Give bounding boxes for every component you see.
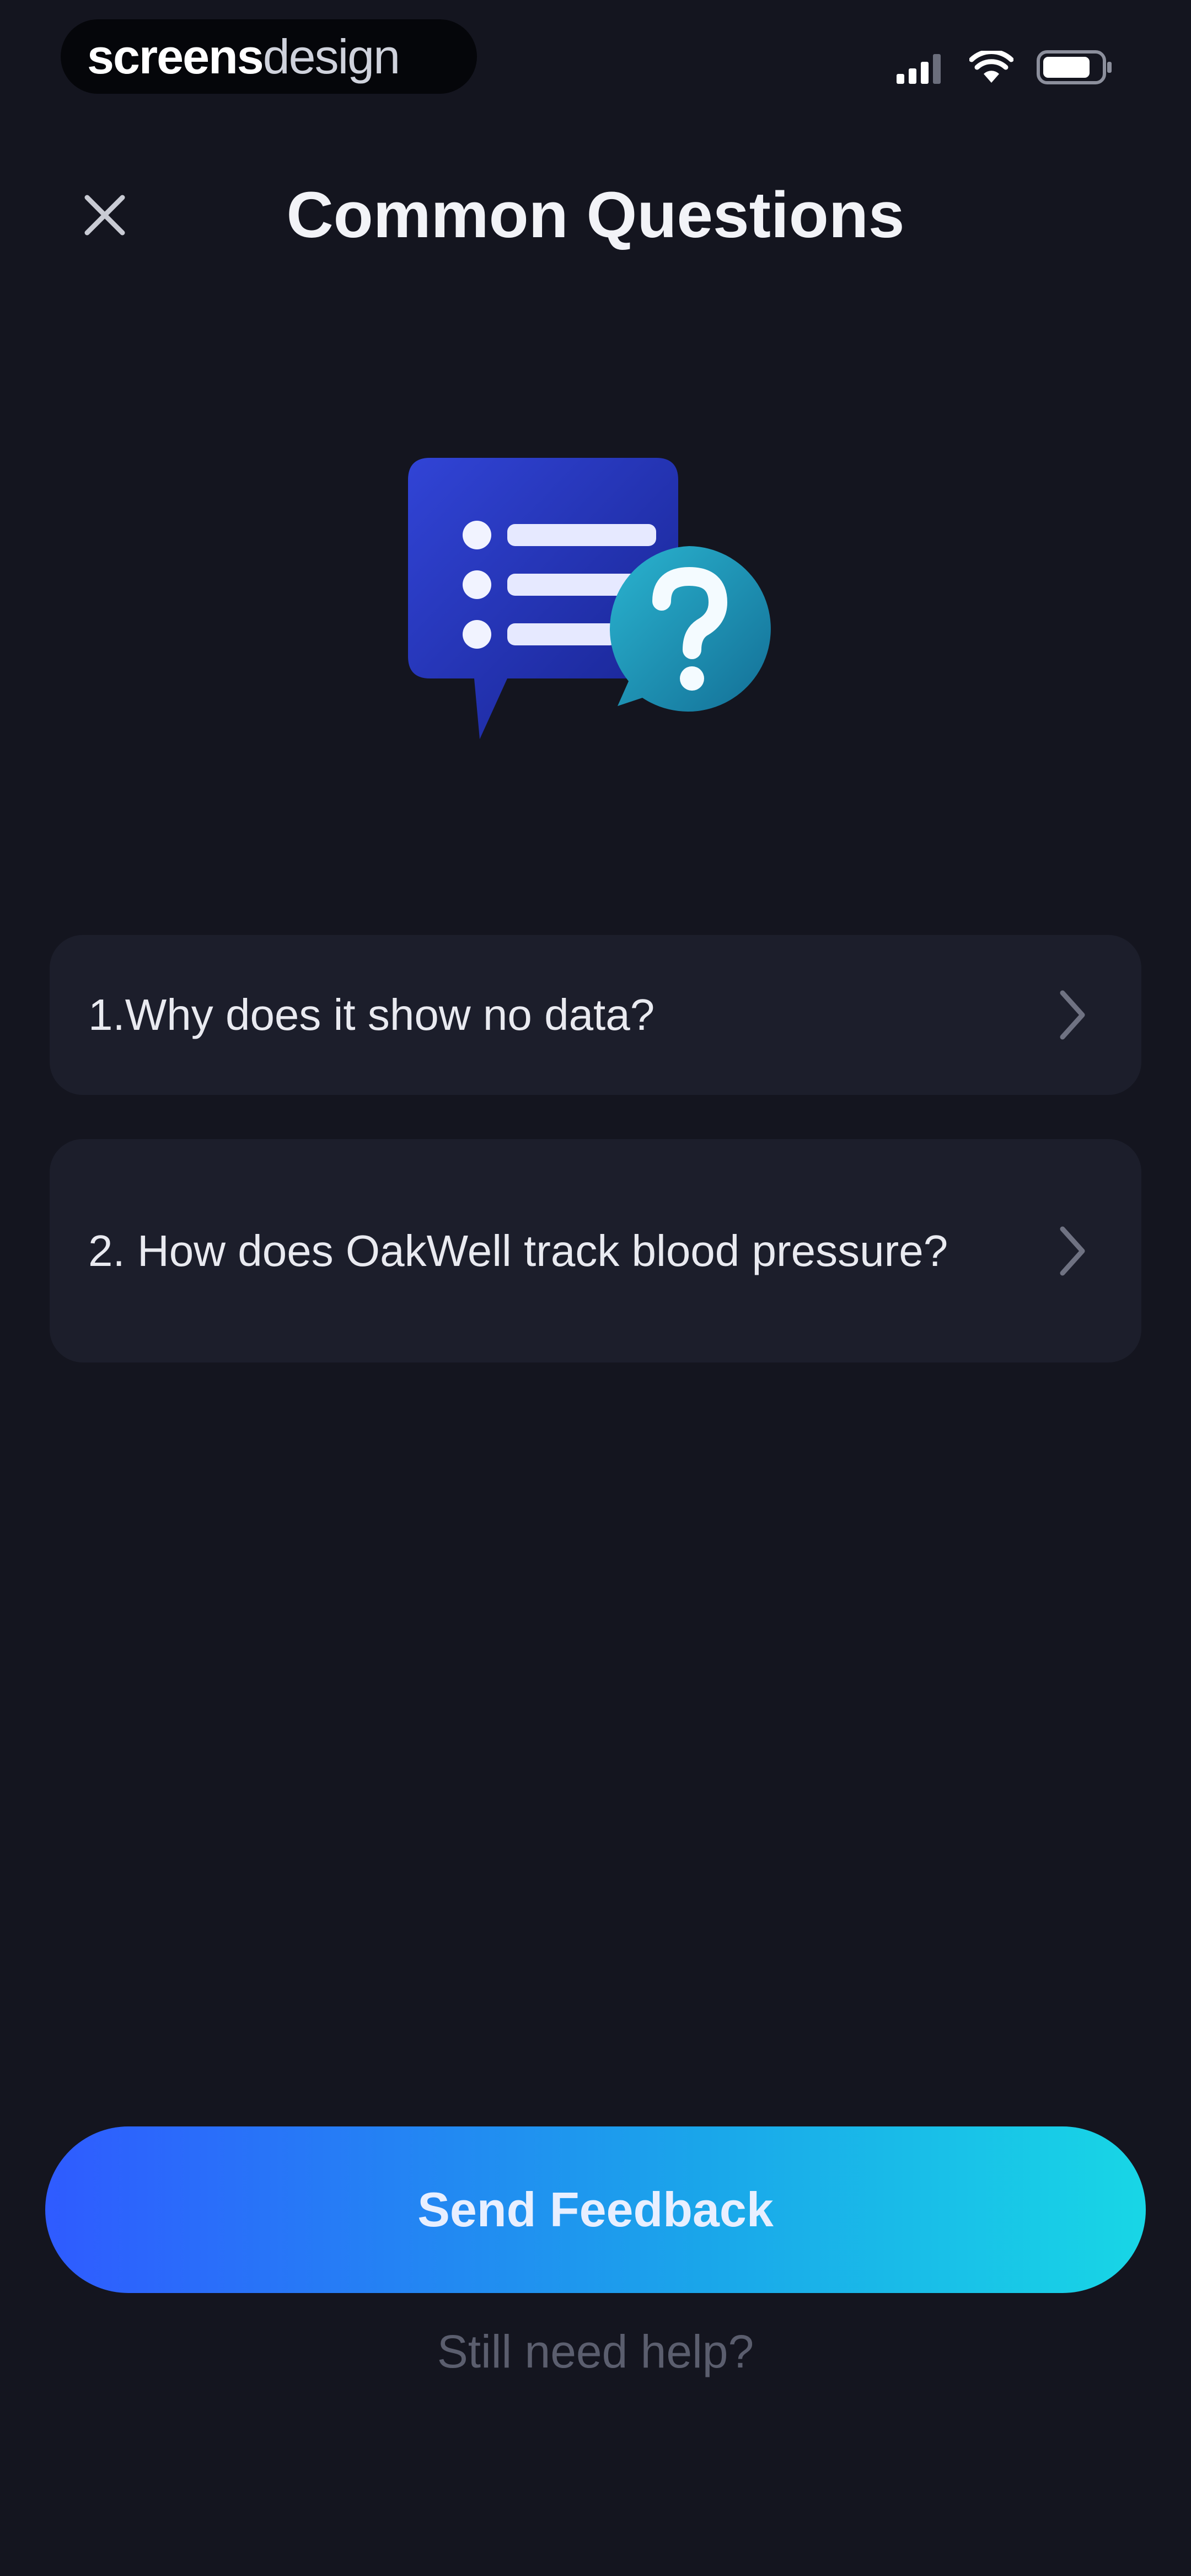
wifi-icon [969, 51, 1013, 83]
status-icons [897, 45, 1114, 89]
common-questions-screen: screens design Common Questions 1.Why do… [0, 0, 1191, 2576]
close-icon [84, 195, 125, 236]
faq-item-label: 2. How does OakWell track blood pressure… [88, 1226, 948, 1275]
brand-text-bold: screens [87, 29, 264, 84]
signal-icon [897, 54, 941, 84]
page-title: Common Questions [286, 179, 905, 252]
faq-item-label: 1.Why does it show no data? [88, 990, 655, 1039]
still-need-help-link[interactable]: Still need help? [0, 2325, 1191, 2379]
battery-icon [1037, 50, 1112, 84]
close-button[interactable] [72, 182, 138, 248]
faq-item-no-data[interactable]: 1.Why does it show no data? [50, 935, 1141, 1095]
faq-chat-bubbles-icon [408, 458, 771, 739]
chevron-right-icon [1060, 990, 1085, 1040]
chevron-right-icon [1060, 1226, 1085, 1275]
brand-watermark: screens design [61, 19, 477, 94]
send-feedback-button[interactable]: Send Feedback [45, 2126, 1146, 2293]
faq-item-blood-pressure[interactable]: 2. How does OakWell track blood pressure… [50, 1139, 1141, 1362]
brand-text-light: design [262, 29, 400, 84]
